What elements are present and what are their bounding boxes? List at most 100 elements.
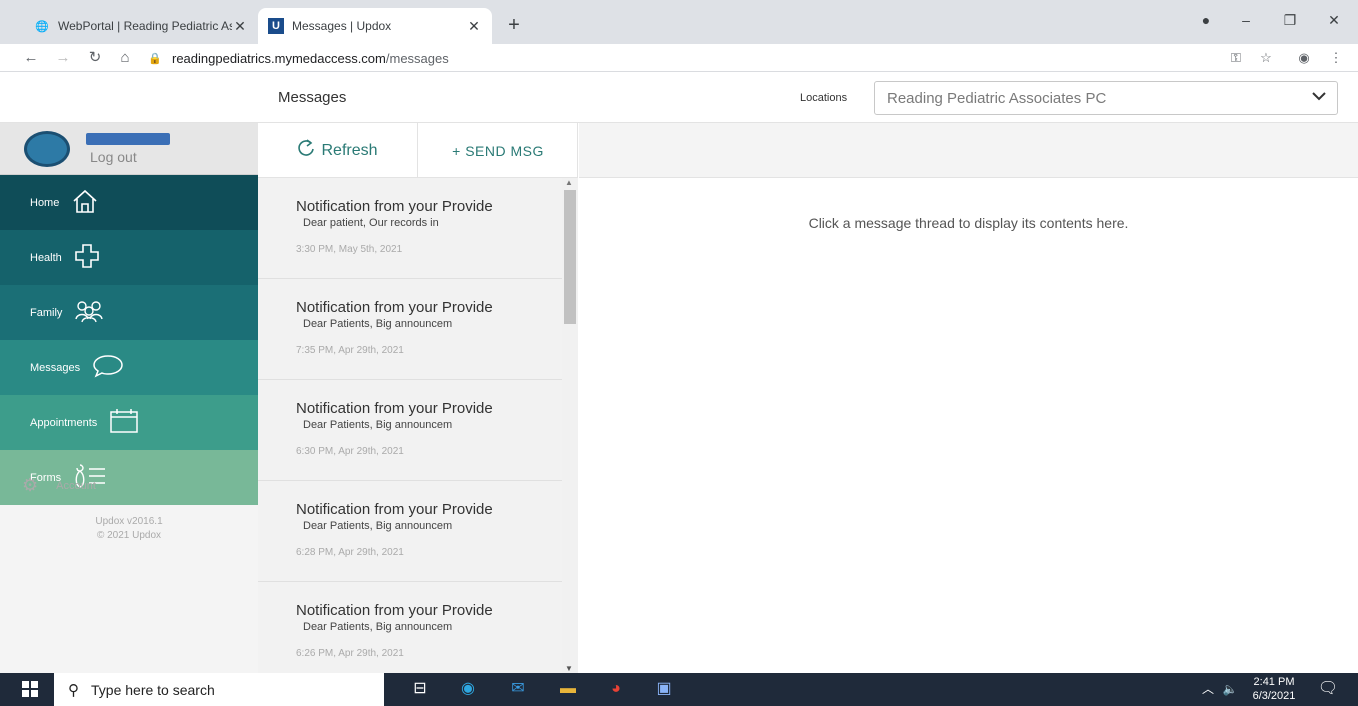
profile-circle-icon[interactable]: ●: [1194, 12, 1218, 32]
browser-tab-webportal[interactable]: 🌐 WebPortal | Reading Pediatric As ✕: [24, 8, 258, 44]
message-date: 3:30 PM, May 5th, 2021: [296, 244, 403, 255]
tab-title: Messages | Updox: [292, 19, 392, 33]
sidebar-item-family[interactable]: Family: [0, 285, 258, 340]
chrome-icon[interactable]: ◕: [604, 677, 628, 701]
message-date: 6:30 PM, Apr 29th, 2021: [296, 446, 404, 457]
send-message-button[interactable]: + SEND MSG: [418, 123, 578, 178]
user-name-redacted: [86, 133, 170, 145]
refresh-button[interactable]: Refresh: [258, 123, 418, 178]
message-preview: Dear Patients, Big announcem: [303, 520, 453, 532]
notification-icon[interactable]: 🗨: [1316, 677, 1340, 701]
message-date: 6:28 PM, Apr 29th, 2021: [296, 547, 404, 558]
task-view-icon[interactable]: ⊟: [408, 677, 432, 701]
scrollbar-thumb[interactable]: [564, 190, 576, 324]
windows-start-icon[interactable]: [22, 681, 38, 697]
sidebar-item-appointments[interactable]: Appointments: [0, 395, 258, 450]
chevron-down-icon: [1311, 88, 1327, 109]
close-tab-icon[interactable]: ✕: [466, 18, 482, 35]
clock-date: 6/3/2021: [1252, 690, 1296, 702]
sidebar-item-messages[interactable]: Messages: [0, 340, 270, 395]
message-thread[interactable]: Notification from your Provide Dear pati…: [258, 178, 562, 279]
windows-taskbar: ⚲ Type here to search ⊟ ◉ ✉ ▬ ◕ ▣ ︿ 🔈 2:…: [0, 673, 1358, 706]
message-preview: Dear Patients, Big announcem: [303, 318, 453, 330]
empty-state-text: Click a message thread to display its co…: [808, 215, 1129, 231]
home-browser-icon[interactable]: ⌂: [114, 48, 136, 68]
app-header: Messages Locations Reading Pediatric Ass…: [0, 73, 1358, 123]
account-icon[interactable]: ◉: [1294, 48, 1314, 68]
message-title: Notification from your Provide: [296, 299, 493, 316]
restore-button[interactable]: ❐: [1278, 12, 1302, 32]
scroll-up-arrow-icon[interactable]: ▲: [565, 178, 573, 187]
list-actions: Refresh + SEND MSG: [258, 123, 578, 178]
message-title: Notification from your Provide: [296, 501, 493, 518]
message-thread[interactable]: Notification from your Provide Dear Pati…: [258, 279, 562, 380]
profile-panel: Log out: [0, 123, 258, 175]
home-icon: [71, 188, 99, 218]
clock-time: 2:41 PM: [1253, 676, 1295, 688]
location-value: Reading Pediatric Associates PC: [887, 89, 1107, 107]
close-tab-icon[interactable]: ✕: [232, 18, 248, 35]
app-shortcut-icon[interactable]: ▣: [652, 677, 676, 701]
file-explorer-icon[interactable]: ▬: [556, 677, 580, 701]
sidebar-item-home[interactable]: Home: [0, 175, 258, 230]
version-line: Updox v2016.1: [95, 516, 163, 527]
edge-browser-icon[interactable]: ◉: [456, 677, 480, 701]
copyright-line: © 2021 Updox: [96, 530, 162, 541]
message-title: Notification from your Provide: [296, 400, 493, 417]
message-date: 7:35 PM, Apr 29th, 2021: [296, 345, 404, 356]
browser-tab-messages[interactable]: U Messages | Updox ✕: [258, 8, 492, 44]
app-root: Messages Locations Reading Pediatric Ass…: [0, 73, 1358, 673]
message-date: 6:26 PM, Apr 29th, 2021: [296, 648, 404, 659]
message-content-pane: Click a message thread to display its co…: [579, 123, 1358, 673]
health-cross-icon: [74, 243, 100, 273]
account-link[interactable]: ⚙ Account: [22, 475, 96, 496]
menu-dots-icon[interactable]: ⋮: [1326, 48, 1346, 68]
mail-icon[interactable]: ✉: [506, 677, 530, 701]
sidebar-item-label: Appointments: [30, 416, 98, 429]
calendar-icon: [109, 408, 139, 438]
minimize-button[interactable]: –: [1234, 12, 1258, 32]
location-select[interactable]: Reading Pediatric Associates PC: [874, 81, 1338, 115]
message-preview: Dear Patients, Big announcem: [303, 419, 453, 431]
message-thread[interactable]: Notification from your Provide Dear Pati…: [258, 380, 562, 481]
taskbar-clock[interactable]: 2:41 PM 6/3/2021: [1244, 675, 1304, 703]
close-window-button[interactable]: ✕: [1322, 12, 1346, 32]
chat-bubble-icon: [92, 353, 124, 383]
message-thread[interactable]: Notification from your Provide Dear Pati…: [258, 582, 562, 673]
address-bar[interactable]: 🔒 readingpediatrics.mymedaccess.com/mess…: [148, 46, 1338, 70]
family-icon: [74, 299, 104, 327]
tab-title: WebPortal | Reading Pediatric As: [58, 19, 232, 33]
message-preview: Dear patient, Our records in: [303, 217, 439, 229]
logout-link[interactable]: Log out: [90, 149, 137, 165]
search-icon: ⚲: [68, 681, 79, 699]
star-bookmark-icon[interactable]: ☆: [1256, 48, 1276, 68]
url-path: /messages: [385, 50, 449, 66]
volume-icon[interactable]: 🔈: [1218, 677, 1242, 701]
back-arrow-icon[interactable]: ←: [20, 48, 42, 68]
sidebar-item-label: Messages: [30, 361, 81, 374]
url-host: readingpediatrics.mymedaccess.com: [172, 50, 386, 66]
message-list-pane: Refresh + SEND MSG Notification from you…: [258, 123, 578, 673]
globe-icon: 🌐: [35, 20, 49, 33]
refresh-icon: [297, 139, 315, 162]
message-thread[interactable]: Notification from your Provide Dear Pati…: [258, 481, 562, 582]
sidebar-item-label: Home: [30, 196, 60, 209]
message-title: Notification from your Provide: [296, 198, 493, 215]
message-title: Notification from your Provide: [296, 602, 493, 619]
reload-icon[interactable]: ↻: [84, 48, 106, 68]
version-info: Updox v2016.1 © 2021 Updox: [0, 515, 258, 543]
forward-arrow-icon[interactable]: →: [52, 48, 74, 68]
key-icon[interactable]: ⚿: [1226, 48, 1246, 68]
taskbar-search-input[interactable]: ⚲ Type here to search: [54, 673, 384, 706]
gear-icon: ⚙: [22, 475, 39, 495]
account-label: Account: [56, 479, 96, 492]
search-placeholder: Type here to search: [91, 681, 215, 698]
browser-toolbar: ← → ↻ ⌂ 🔒 readingpediatrics.mymedaccess.…: [0, 44, 1358, 72]
lock-icon: 🔒: [148, 52, 162, 65]
scroll-down-arrow-icon[interactable]: ▼: [565, 664, 573, 673]
message-list-scrollbar[interactable]: ▲ ▼: [562, 178, 578, 673]
sidebar: Log out Home Health Family Messages Appo…: [0, 123, 270, 673]
new-tab-button[interactable]: +: [502, 14, 526, 38]
sidebar-item-health[interactable]: Health: [0, 230, 258, 285]
tray-chevron-up-icon[interactable]: ︿: [1196, 677, 1220, 701]
